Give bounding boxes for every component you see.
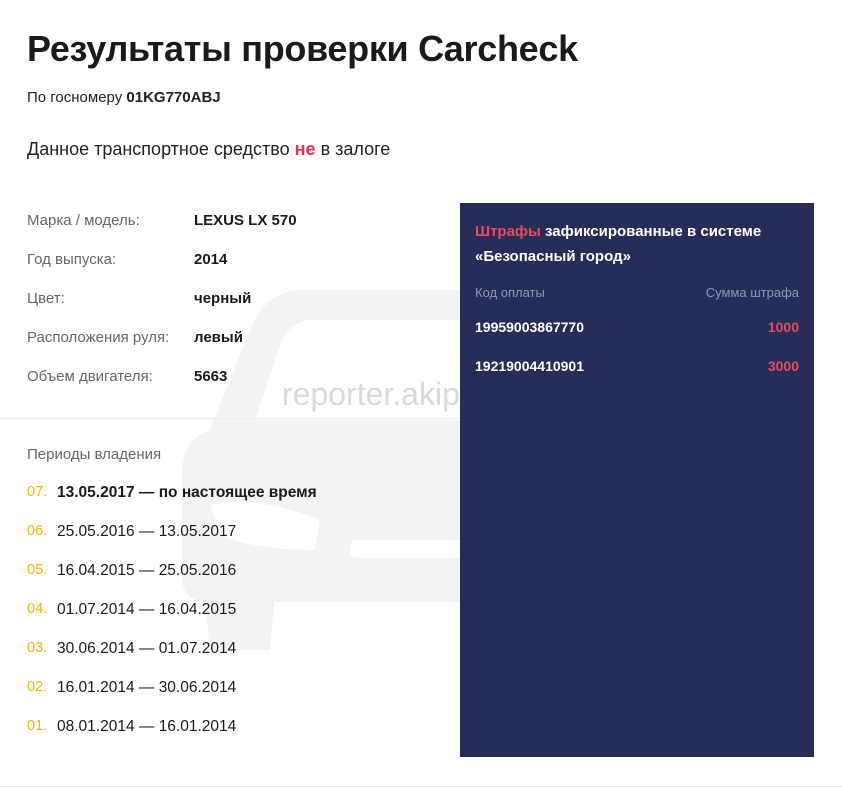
spec-label: Объем двигателя: bbox=[27, 368, 153, 385]
payment-code: 19219004410901 bbox=[475, 358, 585, 374]
spec-label: Марка / модель: bbox=[27, 212, 140, 229]
fines-title-highlight: Штрафы bbox=[475, 223, 541, 240]
payment-code: 19959003867770 bbox=[475, 319, 585, 335]
period-number: 01. bbox=[27, 718, 48, 734]
plate-number: 01KG770ABJ bbox=[126, 89, 221, 106]
spec-value: черный bbox=[194, 290, 252, 307]
period-dates: 01.07.2014 — 16.04.2015 bbox=[57, 601, 237, 618]
fine-amount: 1000 bbox=[767, 319, 799, 335]
section-divider bbox=[0, 418, 460, 419]
spec-label: Цвет: bbox=[27, 290, 65, 307]
period-dates: 25.05.2016 — 13.05.2017 bbox=[57, 523, 237, 540]
fines-title: Штрафы зафиксированные в системе «Безопа… bbox=[475, 219, 795, 269]
period-number: 07. bbox=[27, 484, 48, 500]
period-number: 04. bbox=[27, 601, 48, 617]
pledge-status: Данное транспортное средство не в залоге bbox=[27, 139, 390, 160]
bottom-divider bbox=[0, 786, 842, 787]
fines-table-header: Код оплаты Сумма штрафа bbox=[475, 285, 799, 300]
status-text-post: в залоге bbox=[320, 139, 391, 159]
spec-value: 2014 bbox=[194, 251, 228, 268]
period-dates: 16.01.2014 — 30.06.2014 bbox=[57, 679, 237, 696]
spec-label: Год выпуска: bbox=[27, 251, 117, 268]
period-dates: 16.04.2015 — 25.05.2016 bbox=[57, 562, 237, 579]
column-header-amount: Сумма штрафа bbox=[705, 285, 799, 300]
fine-amount: 3000 bbox=[767, 358, 799, 374]
period-dates: 08.01.2014 — 16.01.2014 bbox=[57, 718, 237, 735]
page-title: Результаты проверки Carcheck bbox=[27, 28, 578, 69]
fines-panel: Штрафы зафиксированные в системе «Безопа… bbox=[460, 203, 814, 757]
period-number: 02. bbox=[27, 679, 48, 695]
spec-value: 5663 bbox=[194, 368, 228, 385]
period-number: 06. bbox=[27, 523, 48, 539]
spec-label: Расположения руля: bbox=[27, 329, 170, 346]
spec-value: левый bbox=[194, 329, 243, 346]
status-text-pre: Данное транспортное средство bbox=[27, 139, 290, 159]
plate-prefix: По госномеру bbox=[27, 89, 123, 106]
period-dates: 30.06.2014 — 01.07.2014 bbox=[57, 640, 237, 657]
period-number: 03. bbox=[27, 640, 48, 656]
column-header-code: Код оплаты bbox=[475, 285, 545, 300]
ownership-periods-title: Периоды владения bbox=[27, 446, 162, 463]
plate-line: По госномеру 01KG770ABJ bbox=[27, 89, 221, 106]
status-negation: не bbox=[294, 139, 316, 159]
period-number: 05. bbox=[27, 562, 48, 578]
period-dates: 13.05.2017 — по настоящее время bbox=[57, 484, 317, 501]
spec-value: LEXUS LX 570 bbox=[194, 212, 297, 229]
